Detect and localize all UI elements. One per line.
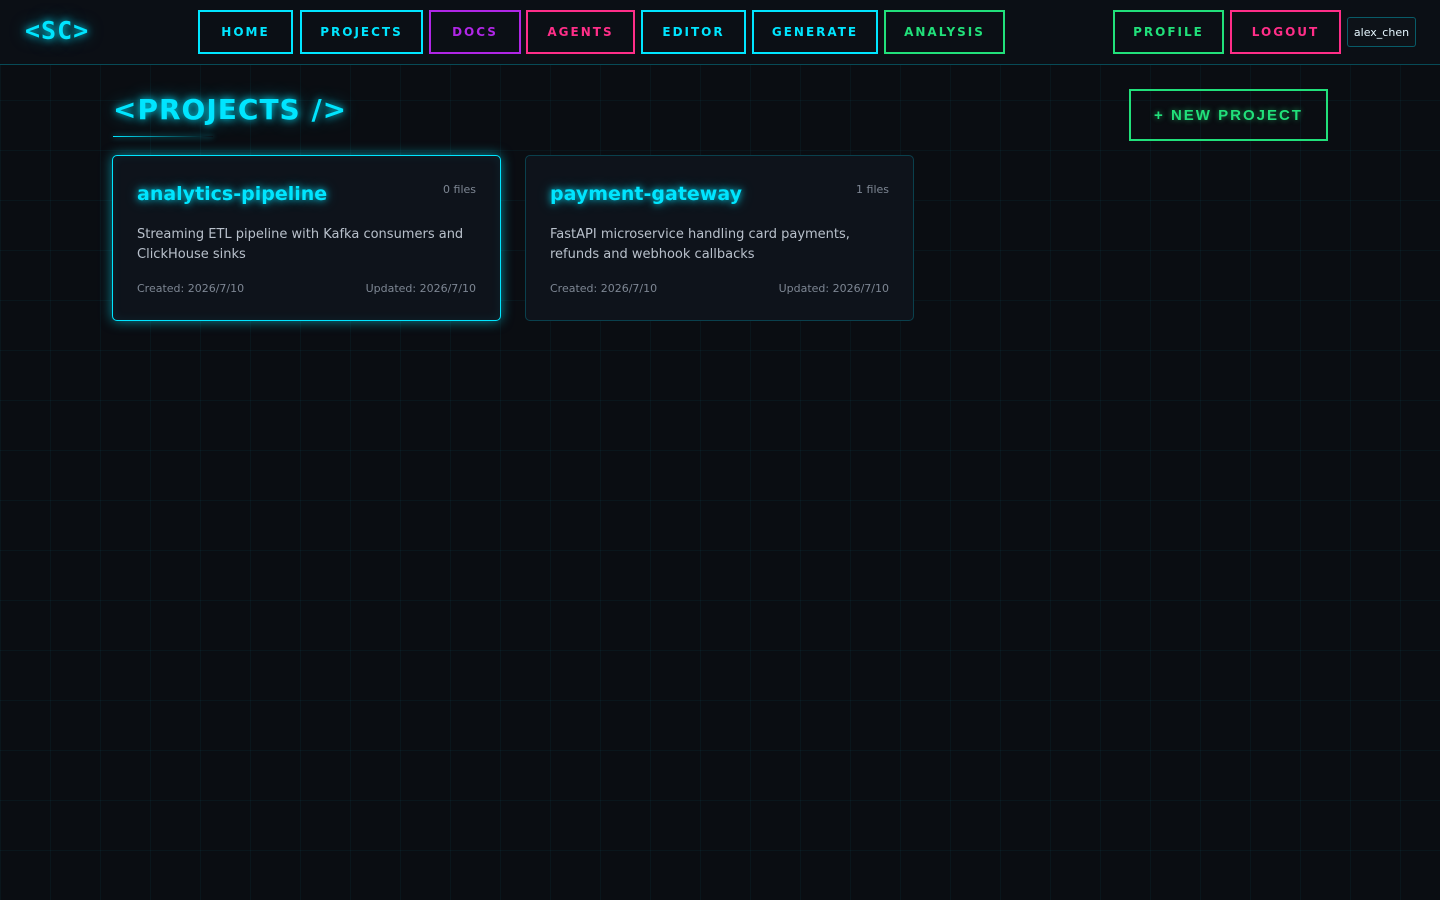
- logout-button[interactable]: LOGOUT: [1230, 10, 1341, 54]
- nav-home-button[interactable]: HOME: [198, 10, 293, 54]
- project-created-date: Created: 2026/7/10: [137, 282, 245, 295]
- project-card-payment-gateway[interactable]: payment-gateway 1 files FastAPI microser…: [525, 155, 914, 321]
- nav-agents-button[interactable]: AGENTS: [526, 10, 635, 54]
- project-updated-date: Updated: 2026/7/10: [778, 282, 889, 295]
- top-navigation-bar: <SC> HOME PROJECTS DOCS AGENTS EDITOR GE…: [0, 0, 1440, 65]
- nav-editor-button[interactable]: EDITOR: [641, 10, 746, 54]
- project-card-analytics-pipeline[interactable]: analytics-pipeline 0 files Streaming ETL…: [112, 155, 501, 321]
- username-badge: alex_chen: [1347, 17, 1416, 47]
- nav-generate-button[interactable]: GENERATE: [752, 10, 878, 54]
- project-name: analytics-pipeline: [137, 183, 328, 205]
- project-created-date: Created: 2026/7/10: [550, 282, 658, 295]
- nav-docs-button[interactable]: DOCS: [429, 10, 521, 54]
- title-underline: [113, 136, 213, 137]
- new-project-button[interactable]: + NEW PROJECT: [1129, 89, 1328, 141]
- project-file-count: 1 files: [856, 183, 889, 196]
- project-description: Streaming ETL pipeline with Kafka consum…: [137, 227, 464, 262]
- page-title: <PROJECTS />: [113, 93, 348, 126]
- logo[interactable]: <SC>: [25, 16, 89, 50]
- nav-analysis-button[interactable]: ANALYSIS: [884, 10, 1005, 54]
- nav-projects-button[interactable]: PROJECTS: [300, 10, 423, 54]
- project-description: FastAPI microservice handling card payme…: [550, 227, 850, 262]
- project-file-count: 0 files: [443, 183, 476, 196]
- project-name: payment-gateway: [550, 183, 742, 205]
- profile-button[interactable]: PROFILE: [1113, 10, 1224, 54]
- project-updated-date: Updated: 2026/7/10: [365, 282, 476, 295]
